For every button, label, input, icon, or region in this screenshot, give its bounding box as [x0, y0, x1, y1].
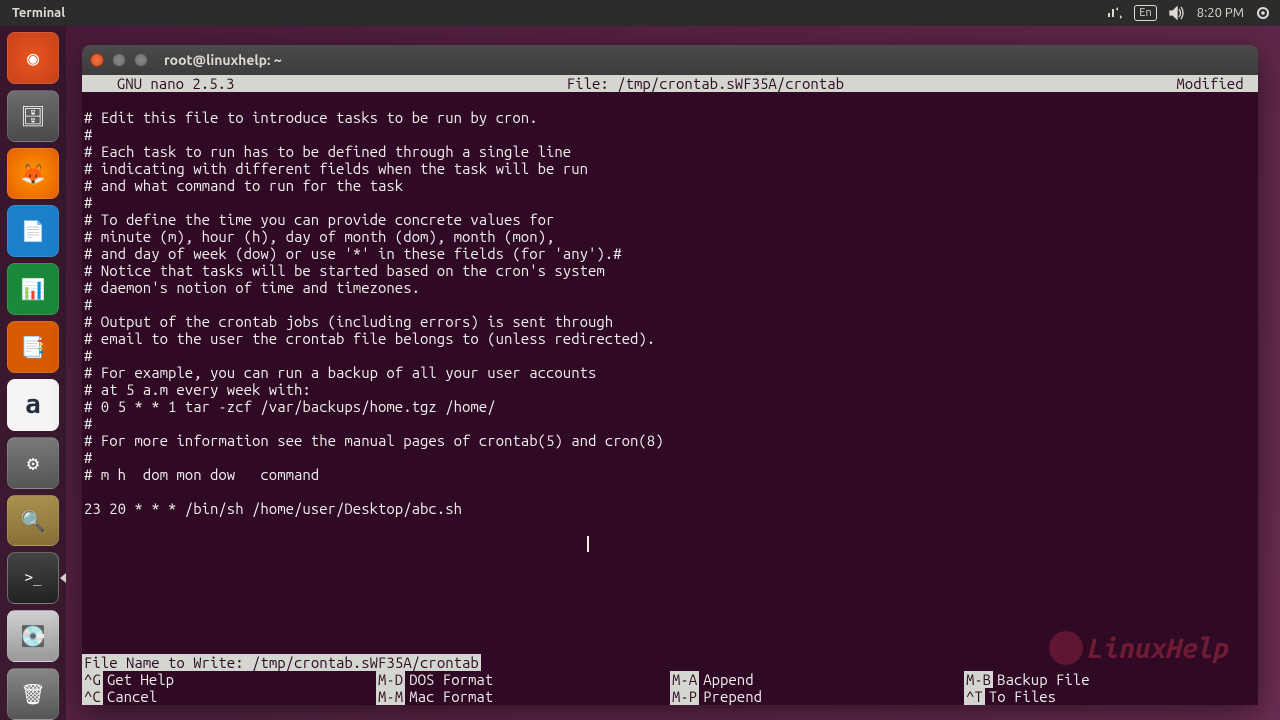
shortcut-label: Backup File [993, 671, 1089, 688]
shortcut-label: Get Help [103, 671, 174, 688]
top-menu-bar: Terminal En 8:20 PM [0, 0, 1280, 26]
nano-file-label: File: /tmp/crontab.sWF35A/crontab [234, 75, 1176, 92]
shortcut-row-2: ^CCancel M-MMac Format M-PPrepend ^TTo F… [82, 688, 1258, 705]
launcher-amazon[interactable]: a [7, 379, 59, 431]
shortcut-label: DOS Format [405, 671, 493, 688]
launcher-dash[interactable]: ◉ [7, 32, 59, 84]
shortcut-key: M-A [670, 671, 699, 688]
active-app-title: Terminal [4, 6, 65, 20]
gear-icon[interactable] [1256, 6, 1270, 20]
shortcut-label: Prepend [699, 688, 762, 705]
nano-write-prompt-label: File Name to Write: /tmp/crontab.sWF35A/… [82, 654, 481, 671]
unity-launcher: ◉ 🗄 🦊 📄 📊 📑 a ⚙ 🔍 >_ 💽 🗑 [0, 26, 66, 720]
network-icon[interactable] [1106, 7, 1122, 19]
launcher-terminal[interactable]: >_ [7, 552, 59, 604]
shortcut-key: M-D [376, 671, 405, 688]
launcher-search[interactable]: 🔍 [7, 495, 59, 547]
shortcut-key: ^C [82, 688, 103, 705]
nano-file-content[interactable]: # Edit this file to introduce tasks to b… [82, 109, 1258, 517]
nano-shortcut-bar: ^GGet Help M-DDOS Format M-AAppend M-BBa… [82, 671, 1258, 705]
launcher-disk[interactable]: 💽 [7, 610, 59, 662]
launcher-writer[interactable]: 📄 [7, 205, 59, 257]
shortcut-key: ^G [82, 671, 103, 688]
nano-status: Modified [1176, 75, 1256, 92]
keyboard-lang-indicator[interactable]: En [1134, 5, 1156, 21]
shortcut-row-1: ^GGet Help M-DDOS Format M-AAppend M-BBa… [82, 671, 1258, 688]
system-tray: En 8:20 PM [1106, 5, 1276, 21]
shortcut-label: Cancel [103, 688, 157, 705]
window-titlebar[interactable]: root@linuxhelp: ~ [82, 45, 1258, 75]
launcher-settings[interactable]: ⚙ [7, 437, 59, 489]
terminal-window: root@linuxhelp: ~ GNU nano 2.5.3 File: /… [82, 45, 1258, 705]
shortcut-key: M-M [376, 688, 405, 705]
shortcut-label: Append [699, 671, 753, 688]
sound-icon[interactable] [1169, 6, 1185, 20]
nano-header-bar: GNU nano 2.5.3 File: /tmp/crontab.sWF35A… [82, 75, 1258, 92]
shortcut-key: ^T [964, 688, 985, 705]
launcher-calc[interactable]: 📊 [7, 263, 59, 315]
shortcut-key: M-B [964, 671, 993, 688]
shortcut-key: M-P [670, 688, 699, 705]
launcher-trash[interactable]: 🗑 [7, 668, 59, 720]
window-close-button[interactable] [90, 53, 104, 67]
shortcut-label: To Files [985, 688, 1056, 705]
terminal-content[interactable]: GNU nano 2.5.3 File: /tmp/crontab.sWF35A… [82, 75, 1258, 705]
nano-write-prompt-bar: File Name to Write: /tmp/crontab.sWF35A/… [82, 654, 1258, 671]
text-cursor [587, 536, 589, 552]
launcher-firefox[interactable]: 🦊 [7, 148, 59, 200]
window-minimize-button[interactable] [112, 53, 126, 67]
window-title: root@linuxhelp: ~ [164, 52, 282, 68]
shortcut-label: Mac Format [405, 688, 493, 705]
launcher-impress[interactable]: 📑 [7, 321, 59, 373]
nano-app-name: GNU nano 2.5.3 [84, 75, 234, 92]
window-maximize-button[interactable] [134, 53, 148, 67]
clock[interactable]: 8:20 PM [1197, 6, 1244, 20]
launcher-files[interactable]: 🗄 [7, 90, 59, 142]
